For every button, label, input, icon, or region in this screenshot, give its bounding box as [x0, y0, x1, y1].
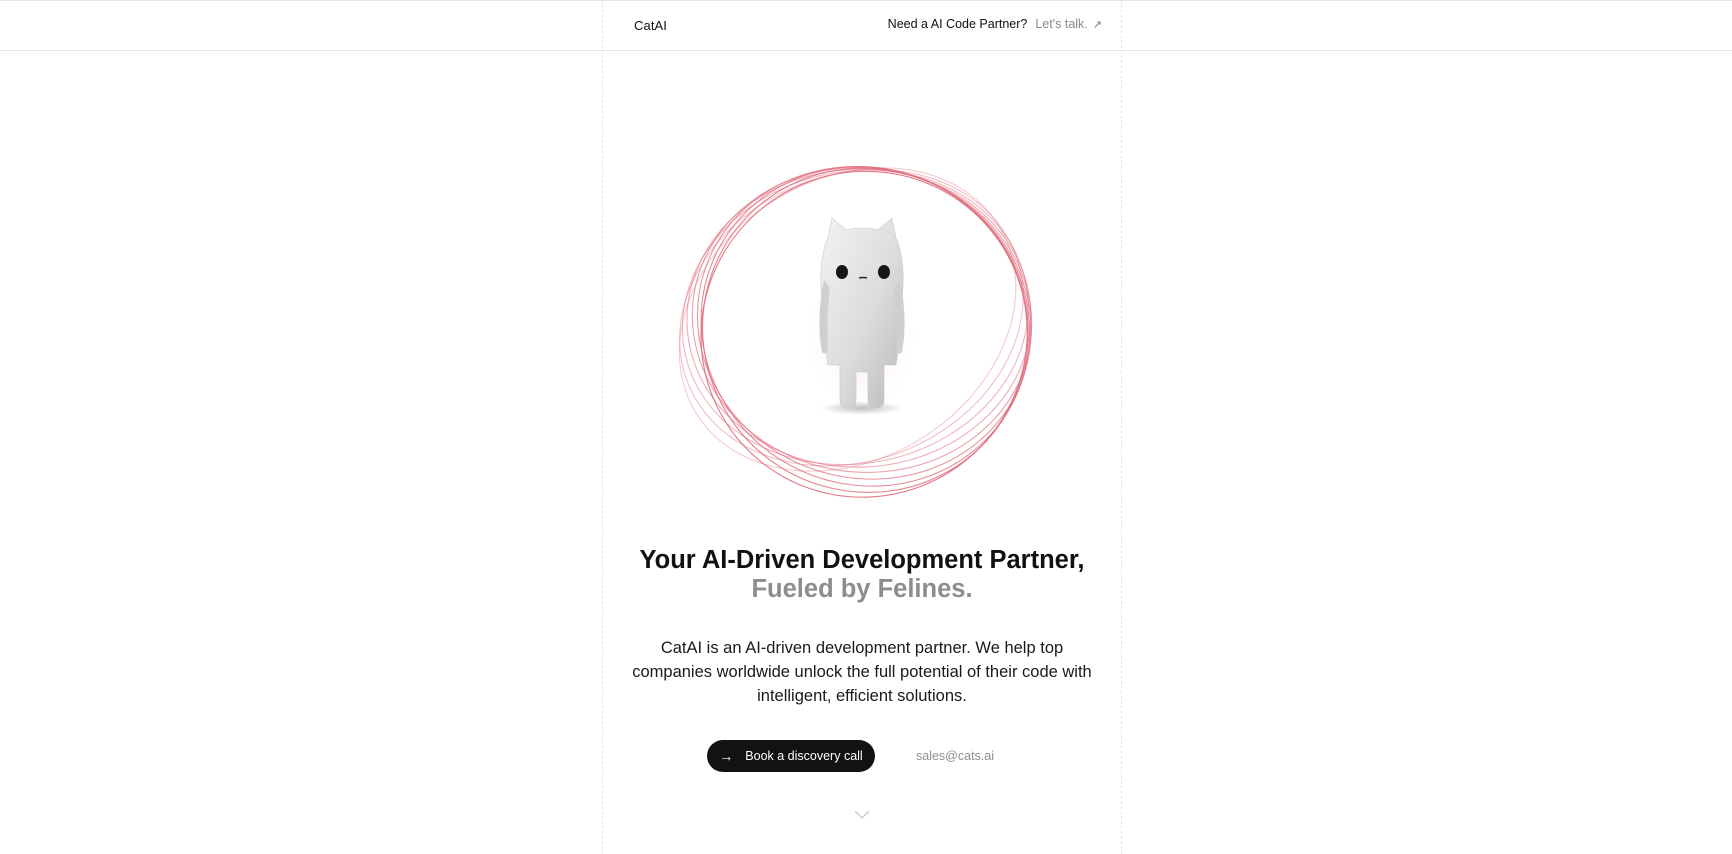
- hero-headline: Your AI-Driven Development Partner, Fuel…: [602, 546, 1122, 604]
- hero-illustration: [662, 120, 1062, 520]
- layout-guide-right: [1121, 0, 1122, 854]
- site-header: [0, 1, 1732, 51]
- arrow-right-icon: →: [719, 748, 734, 764]
- headline-accent: Fueled by Felines.: [751, 575, 973, 603]
- lets-talk-link[interactable]: Let's talk. ↗: [1035, 17, 1102, 31]
- sales-email-link[interactable]: sales@cats.ai: [916, 749, 994, 763]
- lets-talk-label: Let's talk.: [1035, 17, 1088, 31]
- partner-cta: Need a AI Code Partner? Let's talk. ↗: [888, 17, 1102, 31]
- orbit-rings: [678, 165, 1033, 498]
- brand-logo-link[interactable]: CatAI: [634, 18, 667, 33]
- book-discovery-call-button[interactable]: → Book a discovery call: [707, 740, 875, 772]
- partner-question: Need a AI Code Partner?: [887, 17, 1028, 31]
- hero-description: CatAI is an AI-driven development partne…: [632, 639, 1092, 705]
- arrow-up-right-icon: ↗: [1092, 18, 1102, 31]
- layout-guide-left: [602, 0, 603, 854]
- mascot-shadow: [820, 401, 904, 415]
- headline-main: Your AI-Driven Development Partner,: [639, 546, 1085, 574]
- chevron-down-icon[interactable]: [852, 808, 872, 822]
- cta-label: Book a discovery call: [745, 749, 863, 763]
